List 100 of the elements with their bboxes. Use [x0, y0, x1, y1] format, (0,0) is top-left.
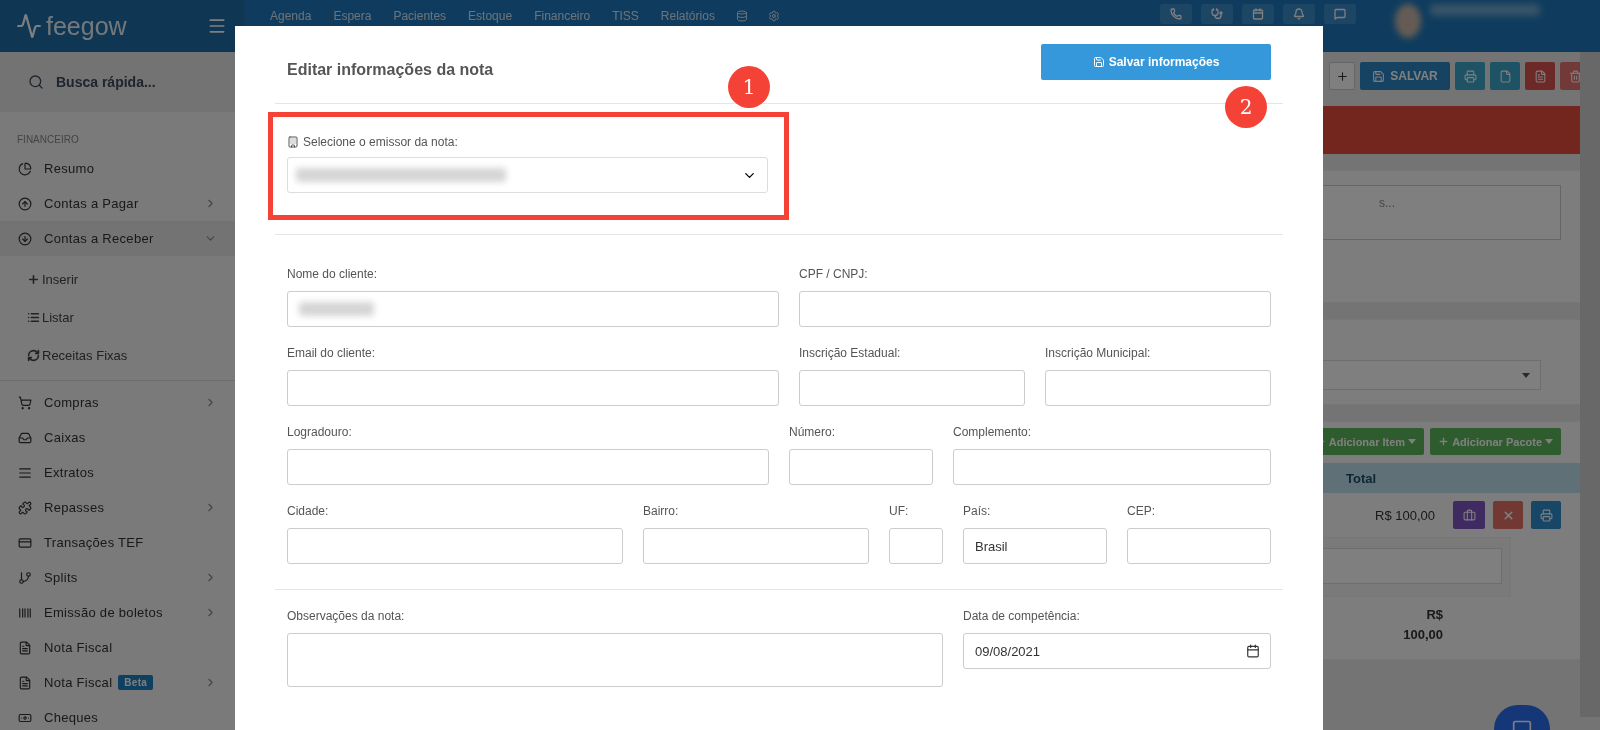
- arrow-down-circle-icon: [18, 231, 32, 246]
- calendar-button[interactable]: [1242, 4, 1274, 24]
- input-field[interactable]: [799, 291, 1271, 327]
- save-icon: [1372, 69, 1386, 83]
- barcode-icon: [18, 605, 32, 620]
- print-button[interactable]: [1531, 501, 1561, 529]
- issuer-label: Selecione o emissor da nota:: [287, 135, 768, 149]
- row-total: R$ 100,00: [1375, 507, 1435, 523]
- input-field[interactable]: [287, 449, 769, 485]
- stethoscope-button[interactable]: [1201, 4, 1233, 24]
- submenu-item[interactable]: Listar: [0, 298, 245, 336]
- sidebar-item[interactable]: Nota Fiscal Beta: [0, 665, 245, 700]
- sidebar-item[interactable]: Extratos: [0, 455, 245, 490]
- calendar-icon: [1252, 8, 1264, 20]
- search-icon: [28, 74, 44, 90]
- cart-icon: [18, 395, 32, 410]
- sidebar-item[interactable]: Compras: [0, 385, 245, 420]
- sidebar-item[interactable]: Emissão de boletos: [0, 595, 245, 630]
- building-icon: [287, 136, 299, 148]
- sidebar-item[interactable]: Resumo: [0, 151, 245, 186]
- pie-chart-icon: [18, 161, 32, 176]
- kit-button[interactable]: [1453, 501, 1485, 529]
- remove-button[interactable]: [1493, 501, 1523, 529]
- input-field[interactable]: [287, 528, 623, 564]
- print-button[interactable]: [1455, 62, 1485, 90]
- logo-text: feegow: [46, 11, 127, 41]
- pdf-button[interactable]: [1525, 62, 1555, 90]
- input-field[interactable]: [643, 528, 869, 564]
- stethoscope-icon: [1211, 8, 1223, 20]
- save-info-button[interactable]: Salvar informações: [1041, 43, 1271, 80]
- nav-link[interactable]: Relatórios: [649, 9, 726, 23]
- field-label: Nome do cliente:: [287, 267, 379, 281]
- plus-icon: [27, 272, 40, 286]
- database-icon[interactable]: [735, 10, 748, 22]
- refresh-icon: [27, 348, 40, 362]
- nav-link[interactable]: Estoque: [457, 9, 524, 23]
- scrollbar[interactable]: [1580, 52, 1600, 717]
- input-field[interactable]: [287, 370, 779, 406]
- nav-link[interactable]: Espera: [322, 9, 383, 23]
- input-field[interactable]: [1127, 528, 1271, 564]
- credit-card-icon: [18, 535, 32, 550]
- sidebar-item[interactable]: Transações TEF: [0, 525, 245, 560]
- search-placeholder: Busca rápida...: [56, 74, 156, 90]
- submenu-item[interactable]: Receitas Fixas: [0, 336, 245, 374]
- field-label: Email do cliente:: [287, 346, 377, 360]
- chat-button[interactable]: [1324, 4, 1356, 24]
- caret-icon: [1408, 439, 1417, 444]
- document-icon: [1533, 69, 1547, 83]
- calendar-icon: [1246, 644, 1260, 658]
- sidebar-item[interactable]: Caixas: [0, 420, 245, 455]
- input-field[interactable]: Brasil: [963, 528, 1107, 564]
- file-button[interactable]: [1490, 62, 1520, 90]
- phone-button[interactable]: [1160, 4, 1192, 24]
- add-button[interactable]: [1329, 62, 1355, 90]
- submenu-item[interactable]: Inserir: [0, 260, 245, 298]
- sidebar-item[interactable]: Nota Fiscal: [0, 630, 245, 665]
- field-label: Inscrição Municipal:: [1045, 346, 1152, 360]
- add-item-button[interactable]: Adicionar Pacote: [1430, 428, 1561, 455]
- settings-icon[interactable]: [767, 10, 780, 22]
- inbox-icon: [18, 430, 32, 445]
- chat-icon: [1334, 8, 1346, 20]
- nav-link[interactable]: Financeiro: [523, 9, 602, 23]
- sidebar-item[interactable]: Repasses: [0, 490, 245, 525]
- input-field[interactable]: [287, 291, 779, 327]
- bell-button[interactable]: [1283, 4, 1315, 24]
- input-field[interactable]: [889, 528, 943, 564]
- text-area[interactable]: [287, 633, 943, 687]
- puzzle-icon: [18, 500, 32, 515]
- input-field[interactable]: [789, 449, 933, 485]
- document-icon: [18, 675, 32, 690]
- input-field[interactable]: [1045, 370, 1271, 406]
- document-icon: [18, 640, 32, 655]
- list-icon: [27, 310, 40, 324]
- save-icon: [1092, 55, 1105, 68]
- close-icon: [1501, 508, 1515, 522]
- sidebar-item[interactable]: Contas a Pagar: [0, 186, 245, 221]
- field-label: País:: [963, 504, 992, 518]
- field-label: Bairro:: [643, 504, 680, 518]
- field-label: Data de competência:: [963, 609, 1081, 623]
- avatar[interactable]: [1395, 4, 1421, 38]
- sidebar-item[interactable]: Splits: [0, 560, 245, 595]
- menu-icon[interactable]: [207, 16, 227, 36]
- modal-title: Editar informações da nota: [287, 60, 494, 79]
- date-field[interactable]: 09/08/2021: [963, 633, 1271, 669]
- step-marker: 1: [728, 66, 770, 108]
- plus-icon: [1335, 69, 1349, 83]
- input-field[interactable]: [799, 370, 1025, 406]
- arrow-up-circle-icon: [18, 196, 32, 211]
- briefcase-icon: [1462, 508, 1476, 522]
- sidebar-item[interactable]: Cheques: [0, 700, 245, 730]
- input-field[interactable]: [953, 449, 1271, 485]
- field-label: Logradouro:: [287, 425, 353, 439]
- phone-icon: [1170, 8, 1182, 20]
- issuer-select[interactable]: [287, 157, 768, 193]
- field-label: Observações da nota:: [287, 609, 406, 623]
- nav-link[interactable]: Pacientes: [382, 9, 458, 23]
- nav-link[interactable]: Agenda: [259, 9, 323, 23]
- nav-link[interactable]: TISS: [601, 9, 650, 23]
- field-label: Número:: [789, 425, 836, 439]
- save-button[interactable]: SALVAR: [1360, 62, 1450, 90]
